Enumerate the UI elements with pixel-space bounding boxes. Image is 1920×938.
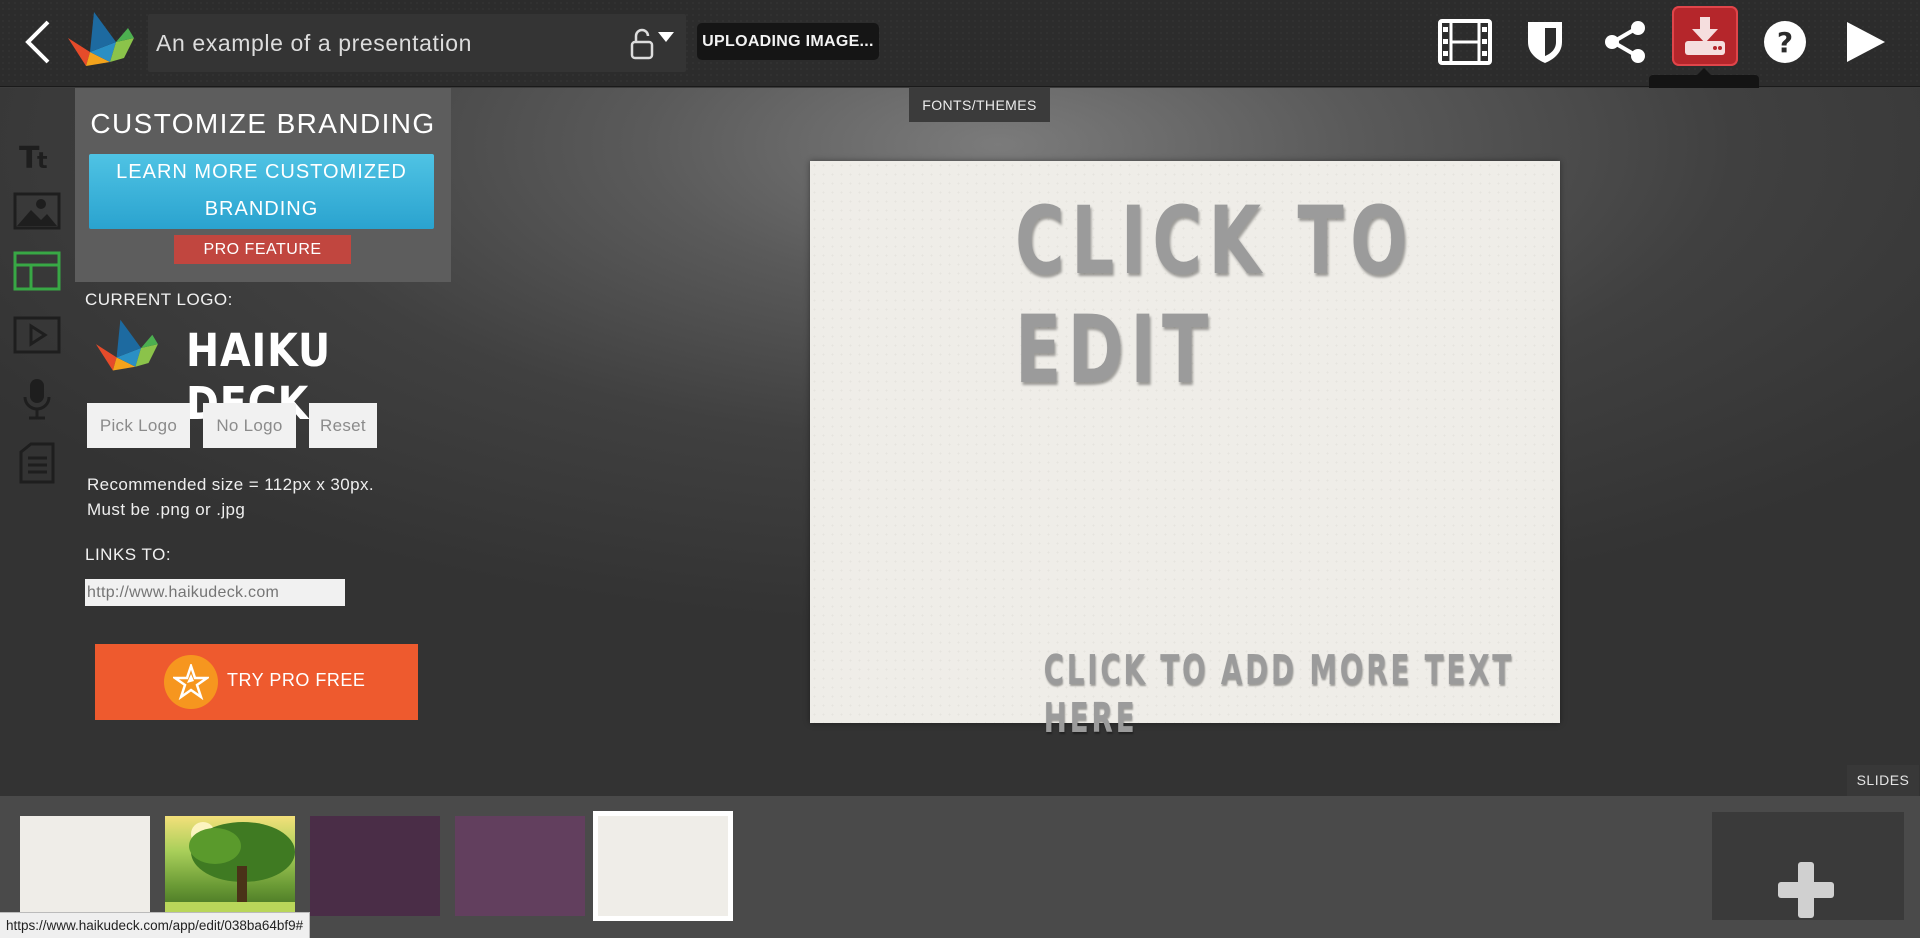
slide-thumbnail-3[interactable] — [310, 816, 440, 916]
slide-subtitle[interactable]: CLICK TO ADD MORE TEXT HERE — [1044, 646, 1540, 742]
text-tool-icon[interactable]: T t — [10, 132, 64, 182]
slide-canvas[interactable]: CLICK TO EDIT CLICK TO ADD MORE TEXT HER… — [810, 161, 1560, 742]
slide-thumbnail-1[interactable] — [20, 816, 150, 916]
microphone-icon[interactable] — [10, 374, 64, 424]
learn-more-line2: BRANDING — [204, 198, 319, 220]
layout-tool-icon[interactable] — [10, 246, 64, 296]
current-logo-label: CURRENT LOGO: — [85, 290, 233, 309]
reset-logo-button[interactable]: Reset — [309, 403, 377, 448]
top-bar: An example of a presentation UPLOADING I… — [0, 0, 1920, 87]
links-to-label: LINKS TO: — [85, 545, 172, 564]
upload-status-badge: UPLOADING IMAGE... — [697, 23, 879, 60]
back-icon[interactable] — [20, 18, 56, 66]
recommended-size-text: Recommended size = 112px x 30px. Must be… — [87, 472, 374, 522]
presentation-title[interactable]: An example of a presentation — [156, 30, 472, 57]
lock-dropdown[interactable] — [628, 26, 680, 62]
lock-icon — [630, 28, 674, 60]
presentation-title-field[interactable]: An example of a presentation — [148, 14, 686, 72]
customize-branding-panel: CUSTOMIZE BRANDING LEARN MORE CUSTOMIZED… — [75, 88, 451, 282]
download-button[interactable] — [1672, 6, 1738, 66]
help-icon[interactable]: ? — [1752, 12, 1818, 72]
svg-text:t: t — [37, 149, 48, 174]
slide-thumbnail-2[interactable] — [165, 816, 295, 916]
video-tool-icon[interactable] — [10, 310, 64, 360]
add-slide-button[interactable] — [1712, 812, 1904, 920]
share-icon[interactable] — [1592, 12, 1658, 72]
notes-icon[interactable] — [10, 438, 64, 488]
status-bar-url: https://www.haikudeck.com/app/edit/038ba… — [0, 912, 311, 938]
slide-thumbnail-5-selected[interactable] — [593, 811, 733, 921]
tree-photo — [165, 822, 295, 916]
plus-icon — [1778, 862, 1834, 918]
play-icon[interactable] — [1832, 12, 1898, 72]
haiku-deck-logo[interactable] — [64, 8, 136, 74]
pro-feature-badge: PRO FEATURE — [174, 235, 351, 264]
learn-more-branding-button[interactable]: LEARN MORE CUSTOMIZED BRANDING — [89, 154, 434, 229]
svg-text:?: ? — [1777, 26, 1793, 59]
slide-thumbnail-4[interactable] — [455, 816, 585, 916]
try-pro-label: TRY PRO FREE — [227, 670, 366, 690]
download-icon — [1685, 17, 1725, 55]
current-logo: HAIKU DECK — [91, 314, 421, 430]
slides-toggle[interactable]: SLIDES — [1847, 765, 1919, 796]
film-icon[interactable] — [1432, 12, 1498, 72]
recommended-size-line1: Recommended size = 112px x 30px. — [87, 475, 374, 494]
image-tool-icon[interactable] — [10, 186, 64, 236]
logo-link-input[interactable] — [85, 579, 345, 606]
shield-icon[interactable] — [1512, 12, 1578, 72]
no-logo-button[interactable]: No Logo — [203, 403, 296, 448]
slide-title[interactable]: CLICK TO EDIT — [1015, 187, 1542, 405]
haiku-bird-icon — [95, 319, 158, 371]
pick-logo-button[interactable]: Pick Logo — [87, 403, 190, 448]
recommended-size-line2: Must be .png or .jpg — [87, 500, 246, 519]
logo-settings-panel: CURRENT LOGO: HAIKU DECK Pick Logo No Lo… — [75, 282, 451, 796]
fonts-themes-tab[interactable]: FONTS/THEMES — [909, 88, 1050, 122]
pro-star-icon — [164, 655, 218, 709]
branding-heading: CUSTOMIZE BRANDING — [90, 108, 436, 139]
tool-rail: T t — [0, 88, 74, 796]
try-pro-free-button[interactable]: TRY PRO FREE — [95, 644, 418, 720]
learn-more-line1: LEARN MORE CUSTOMIZED — [116, 161, 407, 183]
